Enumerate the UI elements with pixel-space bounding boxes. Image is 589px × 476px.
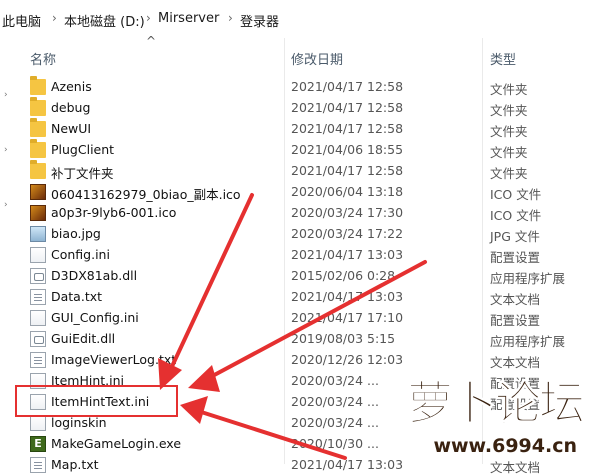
watermark-logo-text: 萝卜论坛 [407,376,586,431]
arrow-line [193,408,347,460]
arrowhead-icon [180,396,208,424]
arrowhead-icon [188,365,220,392]
watermark-logo: 萝卜论坛 [407,367,586,433]
watermark-site: www.6994.cn [433,435,577,457]
arrow-line [166,193,254,377]
arrow-line [203,260,427,382]
arrowhead-icon [158,358,182,390]
